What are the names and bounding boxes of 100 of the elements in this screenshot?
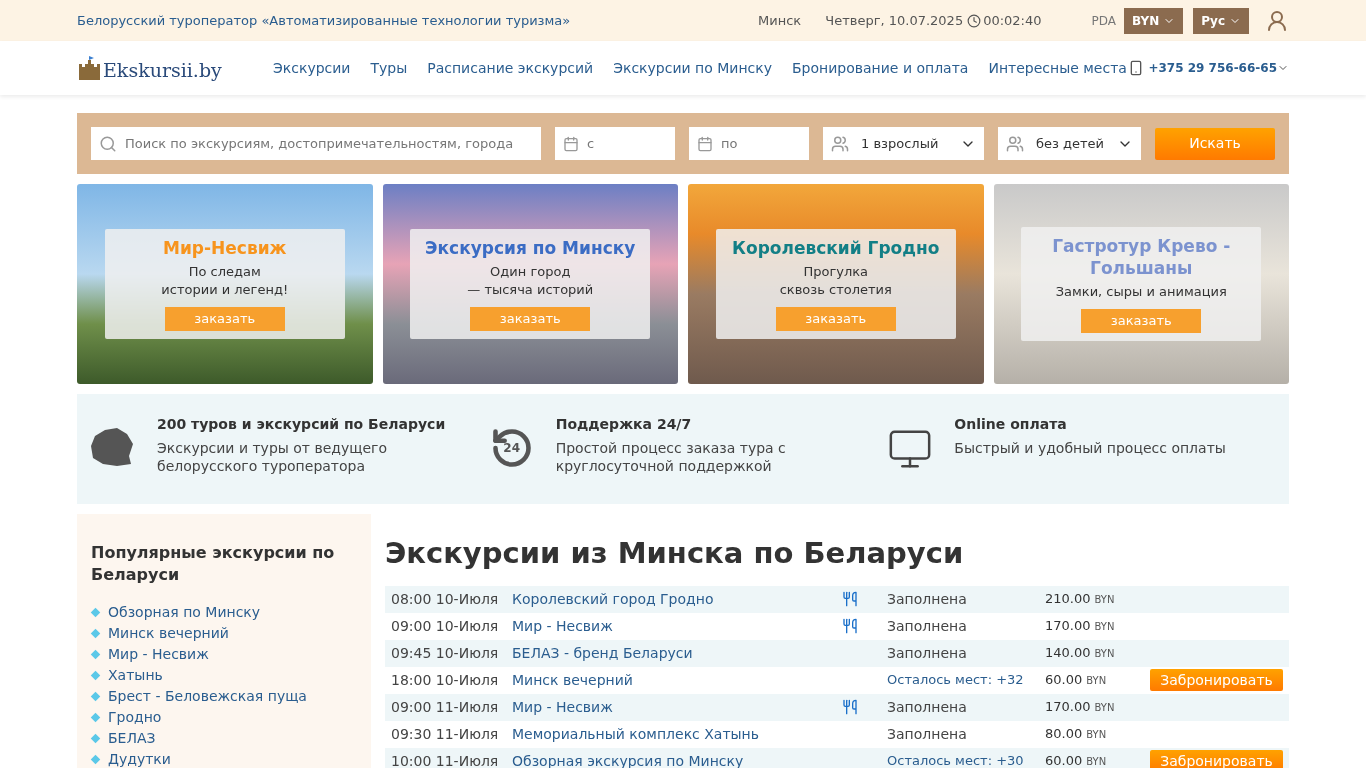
feature-text: Простой процесс заказа тура с круглосуточной поддержкой (555, 439, 787, 475)
tour-link[interactable]: Королевский город Гродно (512, 588, 842, 610)
departure-time: 09:00 11-Июля (391, 697, 500, 717)
feature-title: Online оплата (954, 415, 1068, 434)
banner-title: Экскурсия по Минску (424, 237, 637, 259)
bullet-icon (90, 628, 101, 639)
phone-number[interactable]: +375 29 756-66-65 (1148, 59, 1277, 77)
currency-label: BYN (1086, 755, 1107, 768)
tour-link[interactable]: БЕЛАЗ - бренд Беларуси (512, 642, 842, 664)
search-field[interactable]: Поиск по экскурсиям, достопримечательностям, города (91, 127, 541, 160)
price-label: 140.00 (1045, 644, 1091, 663)
tour-link[interactable]: Мемориальный комплекс Хатынь (512, 723, 842, 745)
tour-link[interactable]: Мир - Несвиж (512, 615, 842, 637)
banner-subtitle: сквозь столетия (779, 281, 892, 299)
sidebar-link[interactable]: Обзорная по Минску (108, 602, 261, 623)
children-select[interactable]: без детей (998, 127, 1141, 160)
banner-subtitle: Прогулка (803, 263, 869, 281)
clock-icon (967, 13, 982, 28)
nav-link[interactable]: Туры (370, 57, 408, 79)
tagline: Белорусский туроператор «Автоматизированные технологии туризма» (77, 11, 571, 30)
sidebar-link[interactable]: Хатынь (108, 665, 163, 686)
banner-photo[interactable]: Мир-Несвиж По следам истории и легенд! заказать (77, 184, 373, 384)
banner-photo[interactable]: Экскурсия по Минску Один город — тысяча историй заказать (382, 184, 678, 384)
feature-text: Экскурсии и туры от ведущего белорусского туроператора (157, 439, 388, 475)
status-label: Заполнена (887, 697, 968, 717)
price-label: 170.00 (1045, 698, 1091, 717)
price-label: 60.00 (1045, 752, 1083, 768)
price-label: 170.00 (1045, 617, 1091, 636)
calendar-icon (563, 134, 579, 153)
departure-time: 09:30 11-Июля (391, 724, 500, 744)
seats-left-link[interactable]: Осталось мест: +30 (887, 751, 1045, 768)
bullet-icon (90, 712, 101, 723)
tour-link[interactable]: Мир - Несвиж (512, 696, 842, 718)
nav-link[interactable]: Расписание экскурсий (427, 57, 594, 79)
currency-label: BYN (1094, 593, 1115, 608)
date-input[interactable]: с (587, 133, 667, 154)
tour-link[interactable]: Обзорная экскурсия по Минску (512, 750, 842, 768)
banner-title: Мир-Несвиж (162, 237, 288, 259)
status-label: Заполнена (887, 616, 968, 636)
bullet-icon (90, 670, 101, 681)
sidebar-title: Популярные экскурсии по Беларуси (91, 542, 336, 586)
price-label: 210.00 (1045, 590, 1091, 609)
status-label: Заполнена (887, 643, 968, 663)
sidebar-link[interactable]: БЕЛАЗ (108, 728, 156, 749)
price-label: 60.00 (1045, 671, 1083, 690)
currency-dropdown[interactable]: BYN (1124, 7, 1184, 34)
nav-link[interactable]: Экскурсии по Минску (613, 57, 772, 79)
schedule-title: Экскурсии из Минска по Беларуси (385, 535, 965, 572)
nav-link[interactable]: Экскурсии (273, 57, 351, 79)
departure-time: 08:00 10-Июля (391, 589, 500, 609)
banner-subtitle: По следам (188, 263, 261, 281)
status-label: Заполнена (887, 589, 968, 609)
bullet-icon (90, 754, 101, 765)
price-label: 80.00 (1045, 725, 1083, 744)
departure-time: 18:00 10-Июля (391, 670, 500, 690)
departure-time: 09:00 10-Июля (391, 616, 500, 636)
castle-icon (77, 56, 101, 80)
language-dropdown[interactable]: Рус (1193, 7, 1249, 34)
currency-label: BYN (1094, 701, 1115, 716)
currency-label: BYN (1086, 728, 1107, 743)
tour-link[interactable]: Минск вечерний (512, 669, 842, 691)
people-icon (831, 134, 849, 153)
feature-title: Поддержка 24/7 (555, 415, 693, 434)
site-logo[interactable]: Ekskursii.by (77, 56, 247, 80)
sidebar-link[interactable]: Гродно (108, 707, 162, 728)
banner-subtitle: истории и легенд! (161, 281, 289, 299)
nav-link[interactable]: Интересные места (988, 57, 1127, 79)
seats-left-link[interactable]: Осталось мест: +32 (887, 670, 1045, 690)
date-label: Четверг, 10.07.2025 (825, 11, 964, 30)
banner-photo[interactable]: Гастротур Крево - Гольшаны Замки, сыры и анимация заказать (993, 184, 1289, 384)
banner-title: Королевский Гродно (731, 237, 941, 259)
bullet-icon (90, 691, 101, 702)
sidebar-link[interactable]: Минск вечерний (108, 623, 229, 644)
currency-label: BYN (1086, 674, 1107, 689)
date-field[interactable]: по (689, 127, 809, 160)
banner-title: Гастротур Крево - Гольшаны (1051, 235, 1232, 279)
bullet-icon (90, 607, 101, 618)
banner-photo[interactable]: Королевский Гродно Прогулка сквозь столетия заказать (688, 184, 984, 384)
status-label: Заполнена (887, 724, 968, 744)
departure-time: 09:45 10-Июля (391, 643, 500, 663)
sidebar-link[interactable]: Дудутки (108, 749, 171, 768)
date-field[interactable]: с (555, 127, 675, 160)
city-label: Минск (758, 11, 802, 30)
sidebar-link[interactable]: Брест - Беловежская пуща (108, 686, 307, 707)
feature-title: 200 туров и экскурсий по Беларуси (157, 415, 447, 434)
banner-subtitle: — тысяча историй (467, 281, 594, 299)
departure-time: 10:00 11-Июля (391, 751, 500, 768)
user-logout-icon[interactable] (1265, 8, 1289, 33)
adults-select[interactable]: 1 взрослый (823, 127, 984, 160)
time-label: 00:02:40 (983, 11, 1042, 30)
bullet-icon (90, 733, 101, 744)
search-icon (99, 134, 117, 153)
currency-label: BYN (1094, 647, 1115, 662)
sidebar-link[interactable]: Мир - Несвиж (108, 644, 209, 665)
people-icon (1006, 134, 1024, 153)
calendar-icon (697, 134, 713, 153)
date-input[interactable]: по (721, 133, 801, 154)
nav-link[interactable]: Бронирование и оплата (792, 57, 969, 79)
pda-link[interactable]: PDA (1091, 11, 1117, 30)
search-input[interactable]: Поиск по экскурсиям, достопримечательностям, города (125, 133, 533, 154)
